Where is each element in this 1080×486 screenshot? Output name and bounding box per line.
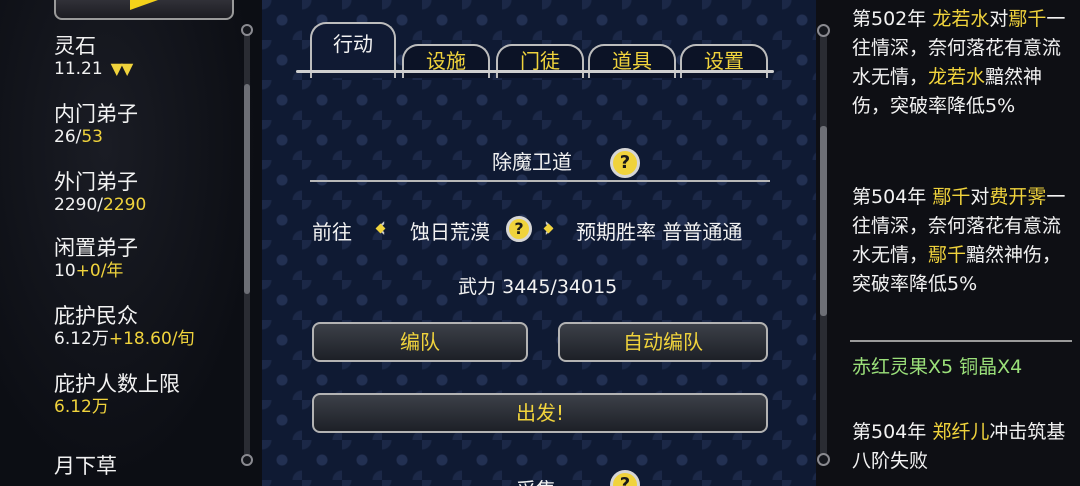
tab-underline (296, 70, 774, 73)
loot-line: 赤红灵果X5 铜晶X4 (852, 356, 1023, 378)
resource-spirit-stone: 灵石 11.21 ▼▼ (54, 34, 134, 80)
win-rate-label: 预期胜率 普普通通 (576, 216, 742, 245)
resource-value: 11.21 (54, 59, 103, 79)
resource-value: 10 (54, 261, 76, 281)
right-scrollbar[interactable] (817, 24, 830, 466)
resource-cap: 2290 (103, 195, 147, 215)
decrease-arrows-icon: ▼▼ (110, 59, 134, 78)
auto-team-button[interactable]: 自动编队 (558, 322, 768, 362)
scroll-thumb[interactable] (244, 84, 250, 294)
log-year: 第504年 (852, 186, 933, 208)
resource-label: 外门弟子 (54, 170, 138, 194)
left-scrollbar[interactable] (241, 24, 253, 466)
log-text: 对 (989, 8, 1009, 30)
power-value: 3445/34015 (502, 276, 618, 298)
log-divider (850, 340, 1072, 342)
help-icon[interactable]: ? (610, 148, 640, 178)
section-title: 除魔卫道 (492, 150, 572, 174)
resource-label: 灵石 (54, 34, 96, 58)
log-name: 鄢千 (1008, 8, 1047, 30)
log-name: 郑纤儿 (932, 421, 990, 443)
scroll-cap-bottom (817, 453, 830, 466)
scroll-cap-bottom (241, 454, 253, 466)
resource-cap: 53 (81, 127, 103, 147)
resource-value: 6.12万 (54, 397, 109, 417)
log-name: 龙若水 (932, 8, 990, 30)
log-year: 第502年 (852, 8, 933, 30)
play-icon (130, 0, 158, 10)
section-divider (310, 180, 770, 182)
scroll-cap-top (241, 24, 253, 36)
team-button[interactable]: 编队 (312, 322, 528, 362)
gather-help-icon[interactable]: ? (610, 470, 640, 486)
resource-label: 庇护民众 (54, 304, 138, 328)
power-label: 武力 (458, 276, 497, 298)
log-entry: 第502年 龙若水对鄢千一往情深，奈何落花有意流水无情，龙若水黯然神伤，突破率降… (852, 5, 1072, 150)
power-display: 武力 3445/34015 (458, 272, 617, 299)
log-entry: 第504年 鄢千对费开霁一往情深，奈何落花有意流水无情，鄢千黯然神伤，突破率降低… (852, 183, 1072, 333)
resource-protection-cap: 庇护人数上限 6.12万 (54, 372, 180, 418)
resource-label: 闲置弟子 (54, 236, 138, 260)
prev-location-arrow[interactable]: ‹ (368, 206, 394, 250)
resource-rate: +18.60/旬 (108, 329, 195, 349)
resource-label: 内门弟子 (54, 102, 138, 126)
log-name: 鄢千 (928, 244, 967, 266)
log-entry: 第504年 郑纤儿冲击筑基八阶失败 (852, 418, 1072, 482)
log-year: 第504年 (852, 421, 933, 443)
log-name: 鄢千 (932, 186, 971, 208)
log-text: 对 (970, 186, 990, 208)
tab-bar: 行动 设施 门徒 道具 设置 (296, 8, 776, 78)
location-name: 蚀日荒漠 (410, 220, 490, 244)
depart-button[interactable]: 出发! (312, 393, 768, 433)
action-panel: 行动 设施 门徒 道具 设置 除魔卫道 ? 前往 ‹ 蚀日荒漠 ? › 预期胜率… (262, 0, 816, 486)
resource-rate: +0/年 (75, 261, 124, 281)
resource-panel: 灵石 11.21 ▼▼ 内门弟子 26/53 外门弟子 2290/2290 闲置弟… (0, 0, 262, 486)
scroll-thumb[interactable] (820, 126, 827, 316)
resource-label: 庇护人数上限 (54, 372, 180, 396)
resource-value: 6.12万 (54, 329, 109, 349)
scroll-cap-top (817, 24, 830, 37)
resource-moon-grass: 月下草 (54, 454, 117, 478)
resource-inner-disciples: 内门弟子 26/53 (54, 102, 138, 148)
log-name: 龙若水 (928, 66, 986, 88)
win-rate-text: 预期胜率 (576, 220, 656, 244)
location-help-icon[interactable]: ? (506, 216, 532, 242)
go-label: 前往 (312, 220, 352, 244)
win-rate-value: 普普通通 (662, 220, 743, 244)
event-log-panel: 第502年 龙若水对鄢千一往情深，奈何落花有意流水无情，龙若水黯然神伤，突破率降… (816, 0, 1080, 486)
resource-idle-disciples: 闲置弟子 10+0/年 (54, 236, 138, 282)
resource-outer-disciples: 外门弟子 2290/2290 (54, 170, 146, 216)
resource-value: 2290/ (54, 195, 103, 215)
next-location-arrow[interactable]: › (536, 206, 562, 250)
play-button[interactable] (54, 0, 234, 20)
log-name: 费开霁 (989, 186, 1047, 208)
resource-value: 26/ (54, 127, 82, 147)
resource-protected-people: 庇护民众 6.12万+18.60/旬 (54, 304, 195, 350)
resource-label: 月下草 (54, 454, 117, 478)
gather-section-title: 采集 (516, 474, 556, 486)
